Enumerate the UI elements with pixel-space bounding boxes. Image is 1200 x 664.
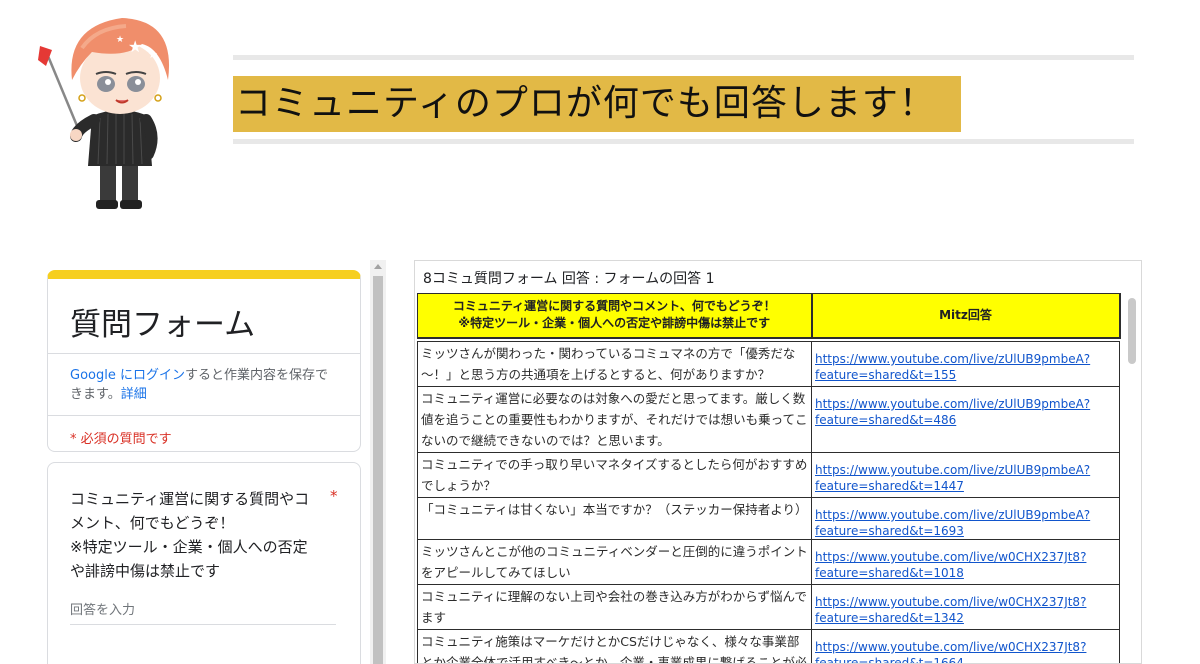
question-card: コミュニティ運営に関する質問やコメント、何でもどうぞ！ ※特定ツール・企業・個人へ…	[47, 462, 361, 664]
answer-url-line[interactable]: https://www.youtube.com/live/w0CHX237Jt8…	[815, 549, 1116, 565]
table-row: コミュニティ運営に必要なのは対象への愛だと思ってます。厳しく数値を追うことの重要…	[417, 386, 1120, 453]
table-row: 「コミュニティは甘くない」本当ですか？（ステッカー保持者より） https://w…	[417, 497, 1120, 540]
table-row: コミュニティに理解のない上司や会社の巻き込み方がわからず悩んでます https:/…	[417, 584, 1120, 630]
page-headline: コミュニティのプロが何でも回答します！	[233, 76, 961, 132]
scrollbar-thumb[interactable]	[373, 276, 383, 664]
question-cell[interactable]: ミッツさんとこが他のコミュニティベンダーと圧倒的に違うポイントをアピールしてみて…	[417, 539, 812, 585]
question-cell[interactable]: コミュニティでの手っ取り早いマネタイズするとしたら何がおすすめでしょうか？	[417, 452, 812, 498]
question-cell[interactable]: 「コミュニティは甘くない」本当ですか？（ステッカー保持者より）	[417, 497, 812, 540]
form-title: 質問フォーム	[70, 307, 256, 343]
answer-url-line[interactable]: feature=shared&t=1664	[815, 655, 1116, 663]
required-mark: *	[330, 487, 338, 505]
question-cell[interactable]: コミュニティ施策はマーケだけとかCSだけじゃなく、様々な事業部とか企業全体で活用…	[417, 629, 812, 663]
answer-link-cell[interactable]: https://www.youtube.com/live/zUlUB9pmbeA…	[811, 386, 1120, 453]
answer-url-line[interactable]: feature=shared&t=1018	[815, 565, 1116, 581]
question-line: コミュニティ運営に関する質問やコメント、何でもどうぞ！	[70, 490, 310, 532]
svg-text:★: ★	[148, 48, 158, 61]
page-scrollbar[interactable]	[370, 260, 386, 664]
table-row: ミッツさんが関わった・関わっているコミュマネの方で「優秀だな～！」と思う方の共通…	[417, 341, 1120, 387]
question-cell[interactable]: コミュニティに理解のない上司や会社の巻き込み方がわからず悩んでます	[417, 584, 812, 630]
embedded-spreadsheet: 8コミュ質問フォーム 回答 : フォームの回答 1 コミュニティ運営に関する質問…	[414, 260, 1142, 664]
answer-url-line[interactable]: feature=shared&t=1693	[815, 523, 1116, 539]
sheet-scrollbar[interactable]	[1126, 294, 1138, 663]
answer-link-cell[interactable]: https://www.youtube.com/live/zUlUB9pmbeA…	[811, 452, 1120, 498]
answer-url-line[interactable]: feature=shared&t=486	[815, 412, 1116, 428]
column-header-line: ※特定ツール・企業・個人への否定や誹謗中傷は禁止です	[458, 316, 771, 331]
answer-link-cell[interactable]: https://www.youtube.com/live/w0CHX237Jt8…	[811, 584, 1120, 630]
answer-link-cell[interactable]: https://www.youtube.com/live/zUlUB9pmbeA…	[811, 497, 1120, 540]
mascot-illustration: ★ ★ ★	[38, 18, 170, 209]
scroll-up-icon[interactable]	[374, 264, 382, 269]
answer-link-cell[interactable]: https://www.youtube.com/live/w0CHX237Jt8…	[811, 539, 1120, 585]
answer-url-line[interactable]: feature=shared&t=1447	[815, 478, 1116, 494]
question-cell[interactable]: コミュニティ運営に必要なのは対象への愛だと思ってます。厳しく数値を追うことの重要…	[417, 386, 812, 453]
answer-url-line[interactable]: https://www.youtube.com/live/zUlUB9pmbeA…	[815, 396, 1116, 412]
answer-link-cell[interactable]: https://www.youtube.com/live/zUlUB9pmbeA…	[811, 341, 1120, 387]
table-row: コミュニティでの手っ取り早いマネタイズするとしたら何がおすすめでしょうか？ htt…	[417, 452, 1120, 498]
answer-input[interactable]	[70, 597, 336, 625]
answer-link-cell[interactable]: https://www.youtube.com/live/w0CHX237Jt8…	[811, 629, 1120, 663]
answer-url-line[interactable]: https://www.youtube.com/live/w0CHX237Jt8…	[815, 639, 1116, 655]
sheet-title: 8コミュ質問フォーム 回答 : フォームの回答 1	[423, 271, 715, 287]
svg-text:★: ★	[116, 35, 124, 45]
table-row: ミッツさんとこが他のコミュニティベンダーと圧倒的に違うポイントをアピールしてみて…	[417, 539, 1120, 585]
column-header-answer: Mitz回答	[811, 293, 1121, 339]
embedded-google-form: 質問フォーム Google にログインすると作業内容を保存できます。詳細 * 必…	[47, 270, 361, 664]
header-rule-top	[233, 55, 1134, 60]
table-row: コミュニティ施策はマーケだけとかCSだけじゃなく、様々な事業部とか企業全体で活用…	[417, 629, 1120, 663]
question-line: ※特定ツール・企業・個人への否定や誹謗中傷は禁止です	[70, 538, 308, 580]
svg-text:★: ★	[128, 37, 142, 56]
answer-url-line[interactable]: https://www.youtube.com/live/zUlUB9pmbeA…	[815, 507, 1116, 523]
column-header-question: コミュニティ運営に関する質問やコメント、何でもどうぞ！ ※特定ツール・企業・個人へ…	[417, 293, 813, 339]
sheet-scrollbar-thumb[interactable]	[1128, 298, 1136, 364]
answer-url-line[interactable]: feature=shared&t=1342	[815, 610, 1116, 626]
question-text: コミュニティ運営に関する質問やコメント、何でもどうぞ！ ※特定ツール・企業・個人へ…	[70, 487, 310, 583]
question-cell[interactable]: ミッツさんが関わった・関わっているコミュマネの方で「優秀だな～！」と思う方の共通…	[417, 341, 812, 387]
answer-url-line[interactable]: feature=shared&t=155	[815, 367, 1116, 383]
google-signin-link[interactable]: Google にログイン	[70, 368, 185, 383]
form-title-card: 質問フォーム Google にログインすると作業内容を保存できます。詳細 * 必…	[47, 270, 361, 452]
answer-url-line[interactable]: https://www.youtube.com/live/zUlUB9pmbeA…	[815, 351, 1116, 367]
required-question-note: * 必須の質問です	[70, 432, 172, 447]
header-row: コミュニティ運営に関する質問やコメント、何でもどうぞ！ ※特定ツール・企業・個人へ…	[417, 293, 1121, 339]
column-header-line: コミュニティ運営に関する質問やコメント、何でもどうぞ！	[452, 299, 776, 314]
details-link[interactable]: 詳細	[121, 387, 147, 402]
header-rule-bottom	[233, 139, 1134, 144]
responses-table: コミュニティ運営に関する質問やコメント、何でもどうぞ！ ※特定ツール・企業・個人へ…	[417, 293, 1121, 663]
signin-notice: Google にログインすると作業内容を保存できます。詳細	[48, 354, 360, 404]
answer-url-line[interactable]: https://www.youtube.com/live/zUlUB9pmbeA…	[815, 462, 1116, 478]
answer-url-line[interactable]: https://www.youtube.com/live/w0CHX237Jt8…	[815, 594, 1116, 610]
